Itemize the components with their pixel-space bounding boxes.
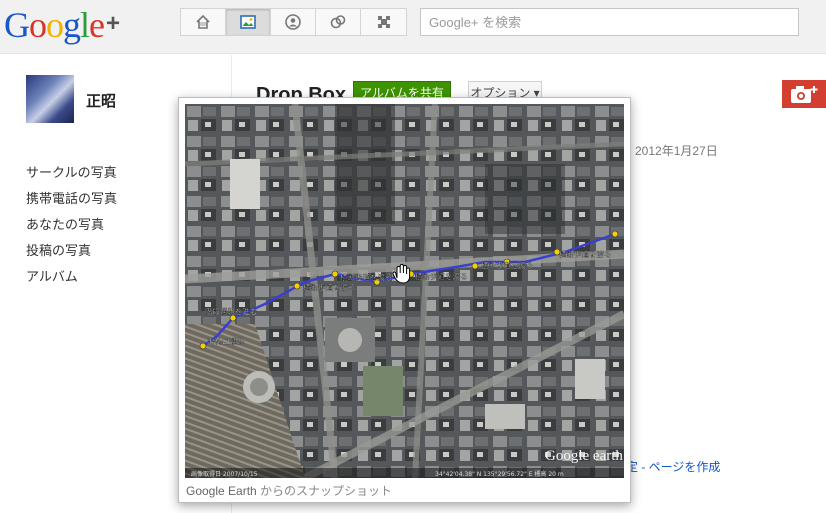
map-label: 横断歩道を渡る <box>340 272 393 282</box>
create-page-link[interactable]: 定 - ページを作成 <box>626 458 720 475</box>
menu-item-phone-photos[interactable]: 携帯電話の写真 <box>26 191 117 217</box>
username[interactable]: 正昭 <box>86 90 116 111</box>
svg-text:34°42'04.38" N 135°29'56.72" E: 34°42'04.38" N 135°29'56.72" E 標高 20 m <box>435 470 564 478</box>
top-bar: Google+ <box>0 0 826 54</box>
google-plus-logo[interactable]: Google+ <box>4 4 120 46</box>
map-label: 横断歩道を渡る <box>559 249 612 259</box>
search-input[interactable] <box>420 8 799 36</box>
nav-games[interactable] <box>361 9 406 35</box>
aerial-map-graphic: 出札口通路 階段通路を進む 横断歩道を渡る 横断歩道を渡る 横断歩道を渡る 横断… <box>185 104 624 478</box>
map-label: 横断歩道を渡る <box>415 271 468 281</box>
nav-profile[interactable] <box>271 9 316 35</box>
menu-item-your-photos[interactable]: あなたの写真 <box>26 217 117 243</box>
map-label: 横断歩道を渡る <box>303 282 356 292</box>
menu-item-post-photos[interactable]: 投稿の写真 <box>26 243 117 269</box>
profile-icon <box>285 14 301 30</box>
snapshot-popup: 出札口通路 階段通路を進む 横断歩道を渡る 横断歩道を渡る 横断歩道を渡る 横断… <box>178 97 631 503</box>
map-label: 横断歩道を渡る <box>481 260 534 270</box>
nav-photos[interactable] <box>226 9 271 35</box>
circles-icon <box>330 15 346 29</box>
avatar[interactable] <box>26 75 74 123</box>
caption-source: Google Earth <box>186 484 257 498</box>
photos-menu: サークルの写真 携帯電話の写真 あなたの写真 投稿の写真 アルバム <box>26 165 117 295</box>
photos-icon <box>240 15 256 29</box>
google-earth-watermark: Google earth <box>545 448 623 464</box>
camera-plus-icon <box>791 86 818 103</box>
menu-item-albums[interactable]: アルバム <box>26 269 117 295</box>
caption-text: からのスナップショット <box>256 484 393 498</box>
add-photo-button[interactable] <box>782 80 826 108</box>
snapshot-caption: Google Earth からのスナップショット <box>186 482 392 499</box>
main-nav <box>180 8 407 36</box>
home-icon <box>196 14 210 29</box>
svg-text:画像取得日 2007/10/15: 画像取得日 2007/10/15 <box>191 470 258 478</box>
map-label: 出札口通路 <box>207 336 245 346</box>
map-label: 階段通路を進む <box>205 306 258 316</box>
nav-home[interactable] <box>181 9 226 35</box>
games-icon <box>377 16 390 28</box>
menu-item-circle-photos[interactable]: サークルの写真 <box>26 165 117 191</box>
aerial-map-image[interactable]: 出札口通路 階段通路を進む 横断歩道を渡る 横断歩道を渡る 横断歩道を渡る 横断… <box>185 104 624 478</box>
album-date: 2012年1月27日 <box>635 144 718 158</box>
nav-circles[interactable] <box>316 9 361 35</box>
